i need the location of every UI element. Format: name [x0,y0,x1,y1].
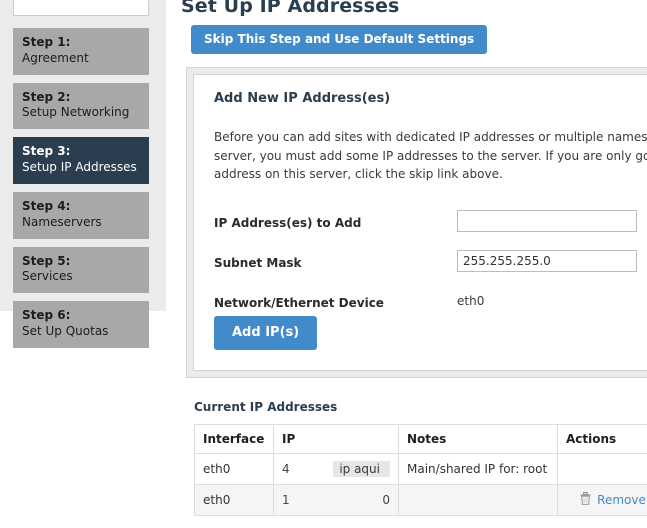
ip-addresses-input[interactable] [457,209,637,232]
table-column-header: Notes [398,424,558,454]
panel-heading: Add New IP Address(es) [214,91,391,106]
sidebar-item-step-1[interactable]: Step 1: Agreement [13,28,149,75]
subnet-mask-input[interactable] [457,249,637,272]
table-row: eth0 1 0 Remove [194,484,647,516]
page-root: Step 1: Agreement Step 2: Setup Networking S… [0,0,647,528]
remove-link[interactable]: Remove [597,493,646,507]
sidebar-item-step-3[interactable]: Step 3: Setup IP Addresses [13,137,149,184]
current-ip-heading: Current IP Addresses [194,400,338,414]
panel-description: Before you can add sites with dedicated … [214,130,647,182]
cell-notes [398,484,558,516]
cell-notes: Main/shared IP for: root [398,453,558,485]
cell-actions [557,453,647,485]
table-column-header: Actions [557,424,647,454]
sidebar-item-step-2[interactable]: Step 2: Setup Networking [13,82,149,130]
ethernet-device-value: eth0 [457,293,485,308]
ip-suffix: 0 [382,493,390,507]
add-ip-panel-body: Add New IP Address(es) Before you can ad… [193,74,647,371]
step-subtitle: Setup Networking [22,105,130,120]
step-title: Step 3: [22,144,71,159]
add-ip-button[interactable]: Add IP(s) [214,316,318,350]
ip-prefix: 1 [282,493,290,507]
ip-prefix: 4 [282,462,290,476]
form-field [457,209,637,232]
add-ip-panel: Add New IP Address(es) Before you can ad… [186,67,647,378]
step-list: Step 1: Agreement Step 2: Setup Networking S… [13,28,149,356]
step-title: Step 6: [22,308,71,323]
step-title: Step 2: [22,89,71,104]
form-label: Network/Ethernet Device [214,295,384,310]
table-column-header: Interface [194,424,274,454]
step-title: Step 1: [22,35,71,49]
step-subtitle: Setup IP Addresses [22,160,137,175]
cell-ip: 4 ip aqui [273,453,399,485]
progress-card [13,0,149,16]
page-title: Set Up IP Addresses [181,0,400,17]
step-subtitle: Set Up Quotas [22,324,109,339]
table-column-header: IP [273,424,399,454]
form-field [457,249,637,272]
table-head: Interface IP Notes Actions [194,424,647,454]
trash-icon [580,492,591,508]
add-ip-form: IP Address(es) to Add Subnet Mask Network/… [214,209,638,322]
step-title: Step 5: [22,253,71,268]
ip-cell-content: 4 ip aqui [282,461,390,477]
current-ip-section: Current IP Addresses Interface IP Notes Act… [194,400,647,516]
form-row: IP Address(es) to Add [214,209,638,242]
sidebar-item-step-6[interactable]: Step 6: Set Up Quotas [13,301,149,348]
sidebar: Step 1: Agreement Step 2: Setup Networking S… [0,0,166,348]
form-label: IP Address(es) to Add [214,215,362,230]
ip-highlighted-text: ip aqui [333,461,390,477]
current-ip-table: Interface IP Notes Actions eth0 4 ip aqui Main… [194,424,647,516]
step-title: Step 4: [22,198,71,213]
table-header-row: Interface IP Notes Actions [194,424,647,454]
step-subtitle: Agreement [22,50,89,65]
cell-interface: eth0 [194,453,274,485]
step-subtitle: Services [22,269,73,284]
table-body: eth0 4 ip aqui Main/shared IP for: root eth0… [194,453,647,516]
ip-cell-content: 10 [282,493,390,507]
cell-interface: eth0 [194,484,274,516]
step-subtitle: Nameservers [22,214,102,229]
sidebar-item-step-5[interactable]: Step 5: Services [13,246,149,294]
sidebar-item-step-4[interactable]: Step 4: Nameservers [13,191,149,239]
cell-actions: Remove [557,484,647,516]
form-row: Subnet Mask [214,249,638,282]
form-label: Subnet Mask [214,255,302,270]
skip-step-button[interactable]: Skip This Step and Use Default Settings [191,25,488,54]
actions-wrapper: Remove [566,492,647,508]
form-field: eth0 [457,290,484,308]
main-content: Set Up IP Addresses Skip This Step and U… [181,0,647,528]
table-row: eth0 4 ip aqui Main/shared IP for: root [194,453,647,485]
cell-ip: 10 [273,484,399,516]
